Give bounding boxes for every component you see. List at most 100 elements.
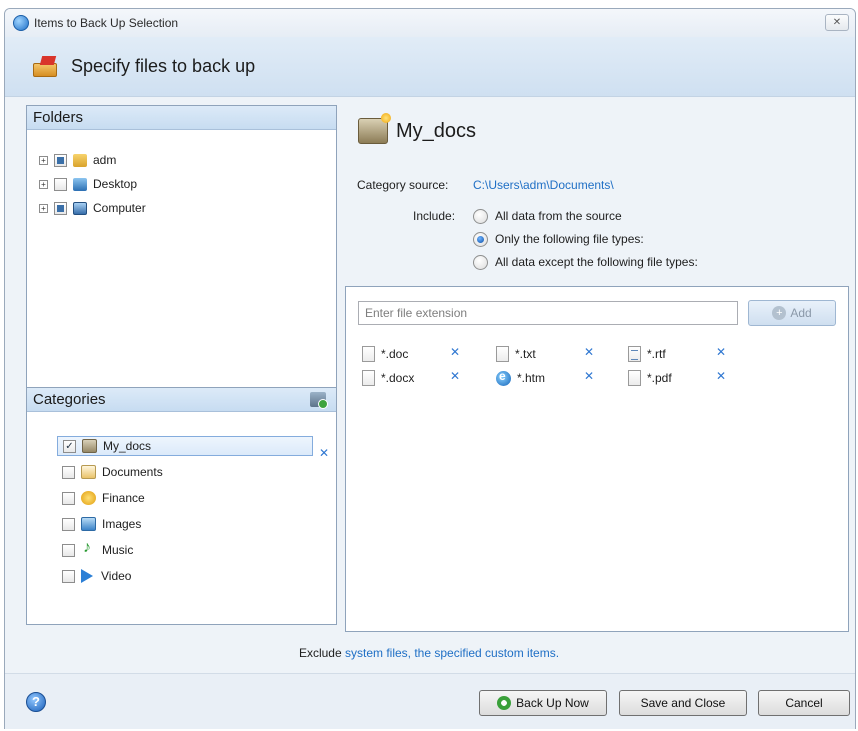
file-type-item: *.txt [496, 345, 536, 363]
exclude-label: Exclude [298, 646, 342, 660]
backup-run-icon [497, 696, 512, 710]
document-file-icon [362, 346, 375, 362]
exclude-row: Exclude system files, the specified cust… [0, 646, 858, 660]
category-source-link[interactable]: C:\Users\adm\Documents\ [473, 178, 614, 192]
expand-icon[interactable]: + [39, 179, 48, 189]
file-type-label: *.rtf [647, 347, 666, 361]
documents-icon [81, 465, 96, 479]
category-label: Documents [102, 465, 163, 479]
my-docs-category-icon [82, 439, 97, 453]
categories-panel: Categories ✓ My_docs ✕ Documents Finance… [26, 387, 337, 625]
include-option-only[interactable]: Only the following file types: [473, 230, 644, 248]
include-option-except[interactable]: All data except the following file types… [473, 253, 698, 271]
category-item-video[interactable]: Video [57, 566, 313, 586]
file-type-label: *.pdf [647, 371, 672, 385]
folder-label: Desktop [93, 177, 138, 191]
remove-extension-icon[interactable]: ✕ [716, 345, 726, 359]
folder-label: adm [93, 153, 117, 167]
category-item-music[interactable]: Music [57, 539, 313, 560]
categories-heading: Categories [27, 388, 336, 412]
include-option-all[interactable]: All data from the source [473, 207, 622, 225]
folder-checkbox-computer[interactable] [54, 201, 67, 215]
back-up-now-label: Back Up Now [516, 696, 589, 710]
include-label: Include: [413, 209, 456, 223]
header-title: Specify files to back up [71, 56, 256, 76]
file-type-item: *.doc [362, 345, 408, 363]
pdf-file-icon [628, 370, 641, 386]
help-icon[interactable]: ? [26, 692, 46, 712]
file-type-label: *.txt [515, 347, 536, 361]
rtf-file-icon [628, 346, 641, 362]
radio-label: All data from the source [495, 209, 622, 223]
file-type-item: *.pdf [628, 369, 672, 387]
folder-tree-item-desktop[interactable]: + Desktop [39, 175, 137, 193]
category-item-documents[interactable]: Documents [57, 462, 313, 482]
back-up-now-button[interactable]: Back Up Now [479, 690, 607, 716]
radio-all-data[interactable] [473, 208, 488, 224]
cancel-button[interactable]: Cancel [758, 690, 850, 716]
category-checkbox-finance[interactable] [62, 491, 75, 505]
exclude-link[interactable]: system files, the specified custom items… [345, 646, 559, 660]
remove-category-icon[interactable]: ✕ [319, 446, 329, 460]
file-type-item: *.htm [496, 369, 545, 387]
file-type-item: *.rtf [628, 345, 666, 363]
app-icon [13, 15, 29, 31]
internet-explorer-icon [496, 369, 511, 386]
category-checkbox-documents[interactable] [62, 465, 75, 479]
remove-extension-icon[interactable]: ✕ [450, 345, 460, 359]
finance-coin-icon [81, 491, 96, 505]
category-checkbox-my-docs[interactable]: ✓ [63, 439, 76, 453]
remove-extension-icon[interactable]: ✕ [716, 369, 726, 383]
folders-panel: Folders + adm + Desktop + Computer [26, 105, 337, 388]
document-file-icon [362, 370, 375, 386]
music-note-icon [81, 539, 96, 557]
text-file-icon [496, 346, 509, 362]
folder-checkbox-adm[interactable] [54, 153, 67, 167]
category-label: Music [102, 543, 134, 557]
file-type-label: *.htm [517, 371, 546, 385]
category-detail-title: My_docs [358, 113, 477, 144]
backup-box-icon [31, 55, 61, 79]
radio-only-types[interactable] [473, 231, 488, 247]
category-source-label: Category source: [357, 178, 449, 192]
title-bar: Items to Back Up Selection ✕ [5, 9, 855, 37]
add-extension-button[interactable]: + Add [748, 300, 836, 326]
radio-except-types[interactable] [473, 254, 488, 270]
remove-extension-icon[interactable]: ✕ [450, 369, 460, 383]
folder-tree-item-computer[interactable]: + Computer [39, 199, 146, 217]
add-category-icon[interactable] [310, 392, 328, 409]
category-label: Finance [102, 491, 145, 505]
category-item-images[interactable]: Images [57, 514, 313, 534]
expand-icon[interactable]: + [39, 203, 48, 213]
category-name: My_docs [396, 119, 477, 142]
expand-icon[interactable]: + [39, 155, 48, 165]
save-and-close-button[interactable]: Save and Close [619, 690, 747, 716]
folder-checkbox-desktop[interactable] [54, 177, 67, 191]
folder-label: Computer [93, 201, 146, 215]
add-label: Add [790, 306, 812, 320]
file-type-label: *.docx [381, 371, 415, 385]
category-checkbox-music[interactable] [62, 543, 75, 557]
remove-extension-icon[interactable]: ✕ [584, 345, 594, 359]
folder-tree-item-adm[interactable]: + adm [39, 151, 116, 169]
category-item-finance[interactable]: Finance [57, 488, 313, 508]
my-docs-category-icon [358, 113, 391, 144]
computer-icon [73, 201, 87, 215]
add-icon: + [772, 306, 787, 320]
file-types-panel: + Add *.doc ✕ *.txt ✕ *.rtf ✕ *.docx ✕ *… [345, 286, 849, 632]
category-checkbox-images[interactable] [62, 517, 75, 531]
images-icon [81, 517, 96, 531]
category-item-my-docs[interactable]: ✓ My_docs [57, 436, 313, 456]
file-type-label: *.doc [381, 347, 409, 361]
file-extension-input[interactable] [358, 301, 738, 325]
window-title: Items to Back Up Selection [34, 16, 179, 30]
radio-label: Only the following file types: [495, 232, 644, 246]
category-checkbox-video[interactable] [62, 569, 75, 583]
categories-heading-label: Categories [33, 391, 106, 408]
radio-label: All data except the following file types… [495, 255, 698, 269]
close-button[interactable]: ✕ [825, 14, 849, 31]
remove-extension-icon[interactable]: ✕ [584, 369, 594, 383]
file-type-item: *.docx [362, 369, 414, 387]
dialog-header: Specify files to back up [5, 37, 855, 97]
folders-heading: Folders [27, 106, 336, 130]
